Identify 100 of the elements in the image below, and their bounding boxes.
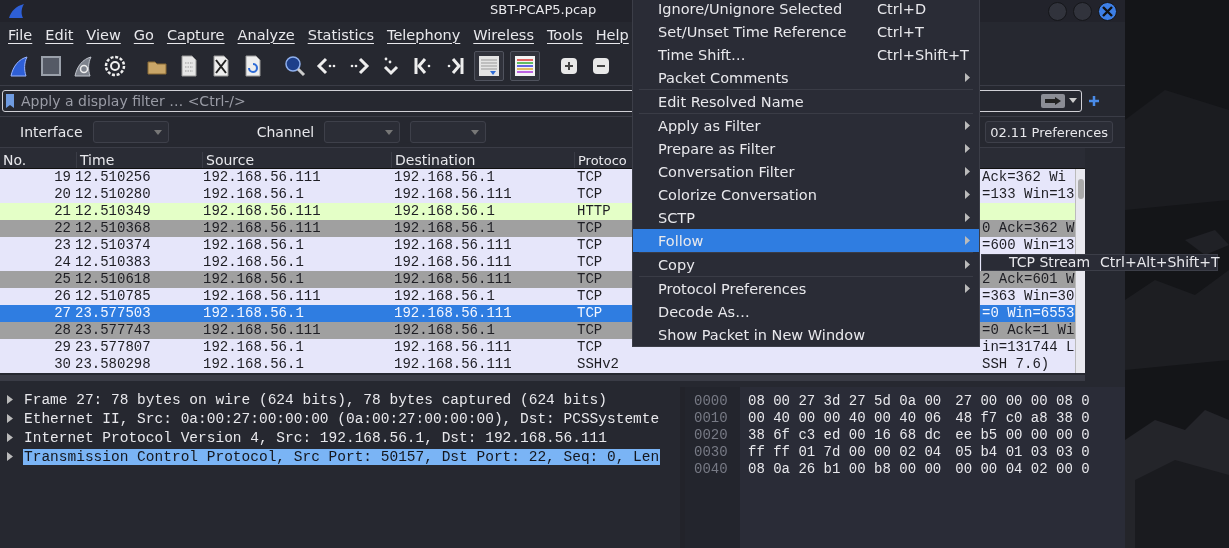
offset-label: 0020 (694, 427, 729, 444)
table-cell-text: 192.168.56.111 (393, 254, 513, 271)
column-header[interactable]: No. (0, 152, 77, 168)
tree-item[interactable]: Internet Protocol Version 4, Src: 192.168.56.1, Dst: 192.168.56.111 (23, 429, 608, 446)
table-cell-text: TCP (576, 271, 604, 288)
hex-bytes: 38 6f c3 ed 00 16 68 dc (748, 427, 942, 444)
table-cell-text: 29 (53, 339, 72, 356)
table-cell-text: 192.168.56.111 (202, 288, 322, 305)
stop-icon[interactable] (38, 53, 64, 79)
table-cell-text: 26 (53, 288, 72, 305)
tree-item[interactable]: Transmission Control Protocol, Src Port: 50157, Dst Port: 22, Seq: 0, Len (23, 448, 661, 465)
table-cell-text: 21 (53, 203, 72, 220)
table-cell-text: 27 (53, 305, 72, 322)
table-cell-text: TCP (576, 169, 604, 186)
column-header[interactable]: Source (203, 152, 392, 168)
colorize-button[interactable] (510, 51, 540, 81)
menu-item[interactable]: Analyze (231, 26, 302, 43)
menu-item[interactable]: Edit Resolved Name (633, 90, 979, 113)
table-cell-text: 12.510374 (74, 237, 152, 254)
table-cell-text: 192.168.56.1 (202, 356, 305, 373)
table-cell-text: 12.510383 (74, 254, 152, 271)
search-icon[interactable] (282, 53, 308, 79)
table-cell-text: 192.168.56.111 (393, 339, 513, 356)
app-logo-icon (8, 3, 26, 19)
apply-filter-button[interactable] (1041, 94, 1065, 108)
table-cell-text: 192.168.56.111 (202, 203, 322, 220)
menu-item[interactable]: Statistics (301, 26, 381, 43)
expander-icon[interactable] (5, 414, 14, 423)
expander-icon[interactable] (5, 395, 14, 404)
tree-item[interactable]: Ethernet II, Src: 0a:00:27:00:00:00 (0a:00:27:00:00:00), Dst: PCSSystemte (23, 410, 661, 427)
table-cell: =0 Win=6553 (982, 305, 1075, 322)
offset-label: 0000 (694, 393, 729, 410)
menu-item[interactable]: Time Shift… Ctrl+Shift+T (633, 43, 979, 66)
table-cell-text: 192.168.56.1 (393, 288, 496, 305)
table-cell-text: 192.168.56.1 (202, 186, 305, 203)
table-cell-text: 192.168.56.111 (393, 237, 513, 254)
hex-bytes: 08 00 27 3d 27 5d 0a 00 (748, 393, 942, 410)
menu-item[interactable]: Edit (39, 26, 81, 43)
table-cell-text: 19 (53, 169, 72, 186)
table-cell-text: 28 (53, 322, 72, 339)
menu-item[interactable]: Ignore/Unignore Selected Ctrl+D (633, 0, 979, 20)
column-header[interactable]: Time (77, 152, 203, 168)
menu-item[interactable]: Help (589, 26, 636, 43)
table-cell-text: TCP (576, 339, 604, 356)
menu-item[interactable]: Telephony (381, 26, 468, 43)
table-cell-text: TCP (576, 237, 604, 254)
menu-item[interactable]: Prepare as Filter (633, 137, 979, 160)
preferences-button[interactable]: 02.11 Preferences (985, 121, 1113, 143)
table-cell: =133 Win=13 (982, 186, 1075, 203)
menu-item[interactable]: Wireless (467, 26, 541, 43)
menu-item[interactable]: Go (127, 26, 161, 43)
table-cell-text: SSH 7.6) (982, 356, 1051, 373)
expander-icon[interactable] (5, 452, 14, 461)
table-cell-text: 192.168.56.111 (393, 271, 513, 288)
table-cell-text: 23.577743 (74, 322, 152, 339)
menu-item[interactable]: View (80, 26, 128, 43)
autoscroll-button[interactable] (474, 51, 504, 81)
table-cell-text: 22 (53, 220, 72, 237)
table-cell-text: 23 (53, 237, 72, 254)
table-cell-text: 192.168.56.1 (202, 237, 305, 254)
menu-item[interactable]: Capture (160, 26, 232, 43)
table-cell-text: Ack=362 Wi (982, 169, 1067, 186)
table-cell-text: 192.168.56.1 (202, 305, 305, 322)
table-cell-text: 12.510280 (74, 186, 152, 203)
table-cell-text: 12.510368 (74, 220, 152, 237)
table-cell: =0 Ack=1 Wi (982, 322, 1075, 339)
menu-item[interactable]: Set/Unset Time Reference Ctrl+T (633, 20, 979, 43)
menu-item[interactable]: File (2, 26, 40, 43)
gear-icon[interactable] (102, 53, 128, 79)
column-header[interactable]: Destination (392, 152, 575, 168)
table-cell: =363 Win=30 (982, 288, 1075, 305)
close-button[interactable] (1098, 1, 1117, 21)
window-title: SBT-PCAP5.pcap (490, 2, 597, 17)
tree-item[interactable]: Frame 27: 78 bytes on wire (624 bits), 78 bytes captured (624 bits) (23, 391, 608, 408)
hex-bytes: 05 b4 01 03 03 0 (955, 444, 1090, 461)
dropdown-caret-icon[interactable] (1069, 98, 1077, 104)
menu-item[interactable]: Apply as Filter (633, 114, 979, 137)
table-cell-text: 23.580298 (74, 356, 152, 373)
table-cell-text: 192.168.56.111 (393, 356, 513, 373)
channel-label: Channel (256, 124, 315, 140)
hex-bytes: 48 f7 c0 a8 38 0 (955, 410, 1090, 427)
table-cell-text: 192.168.56.111 (393, 186, 513, 203)
hex-bytes: 27 00 00 00 08 0 (955, 393, 1090, 410)
table-cell-text: HTTP (576, 203, 612, 220)
table-cell: =600 Win=13 (982, 237, 1075, 254)
bookmark-icon[interactable] (5, 93, 15, 109)
table-cell-text: TCP (576, 220, 604, 237)
table-cell-text: 192.168.56.1 (202, 339, 305, 356)
column-header[interactable]: Protoco (575, 153, 630, 168)
table-cell-text: 192.168.56.1 (393, 220, 496, 237)
hex-bytes: 00 00 04 02 00 0 (955, 461, 1090, 478)
packet-row[interactable]: 30 23.580298 192.168.56.1 192.168.56.111 SSHv2 SSH 7.6) (0, 356, 1075, 373)
menu-item[interactable]: Packet Comments (633, 66, 979, 89)
expander-icon[interactable] (5, 433, 14, 442)
table-cell-text: 192.168.56.1 (393, 169, 496, 186)
table-cell-text: 192.168.56.1 (393, 322, 496, 339)
menu-item[interactable]: Colorize Conversation (633, 183, 979, 206)
menu-item[interactable]: Tools (540, 26, 590, 43)
add-filter-icon[interactable] (1088, 95, 1100, 107)
close-icon[interactable] (1102, 5, 1113, 17)
